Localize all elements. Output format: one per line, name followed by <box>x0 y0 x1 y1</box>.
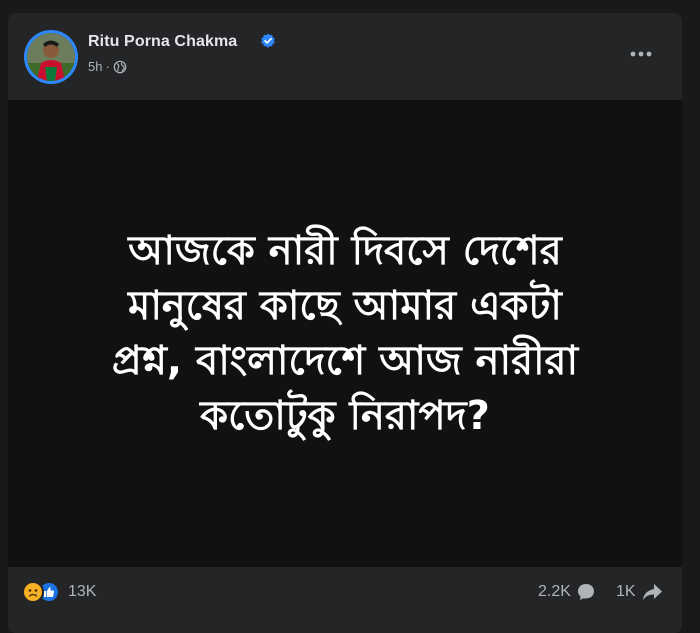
comment-count: 2.2K <box>538 583 571 600</box>
post-text: আজকে নারী দিবসে দেশের মানুষের কাছে আমার … <box>65 224 625 444</box>
post-image[interactable]: আজকে নারী দিবসে দেশের মানুষের কাছে আমার … <box>8 100 682 567</box>
verified-badge-icon <box>261 33 275 48</box>
author-name[interactable]: Ritu Porna Chakma <box>88 33 237 51</box>
share-count: 1K <box>616 583 636 600</box>
reaction-count: 13K <box>68 583 97 600</box>
meta-separator: · <box>105 59 110 74</box>
comments-count-button[interactable]: 2.2K <box>538 582 596 602</box>
more-options-icon <box>630 51 652 57</box>
shares-count-button[interactable]: 1K <box>616 582 663 602</box>
share-icon <box>642 584 662 600</box>
avatar[interactable] <box>24 30 78 84</box>
globe-icon[interactable] <box>113 60 127 74</box>
avatar-photo-icon <box>27 33 75 81</box>
post-header: Ritu Porna Chakma 5h · <box>8 13 682 100</box>
post-meta: 5h · <box>88 59 127 74</box>
post-time[interactable]: 5h <box>88 59 102 74</box>
post-card: Ritu Porna Chakma 5h · আজকে নারী দিবসে দ… <box>8 13 682 633</box>
post-text-line: আজকে নারী দিবসে দেশের <box>128 227 562 274</box>
reactions-summary[interactable]: 13K <box>22 581 96 603</box>
comment-icon <box>577 584 594 600</box>
post-footer: 13K 2.2K 1K <box>8 567 682 633</box>
more-options-button[interactable] <box>626 39 656 69</box>
post-text-line: কতোটুকু নিরাপদ? <box>200 392 490 439</box>
post-text-line: প্রশ্ন, বাংলাদেশে আজ নারীরা <box>111 337 579 384</box>
sad-reaction-icon <box>22 581 44 603</box>
post-text-line: মানুষের কাছে আমার একটা <box>128 282 562 329</box>
